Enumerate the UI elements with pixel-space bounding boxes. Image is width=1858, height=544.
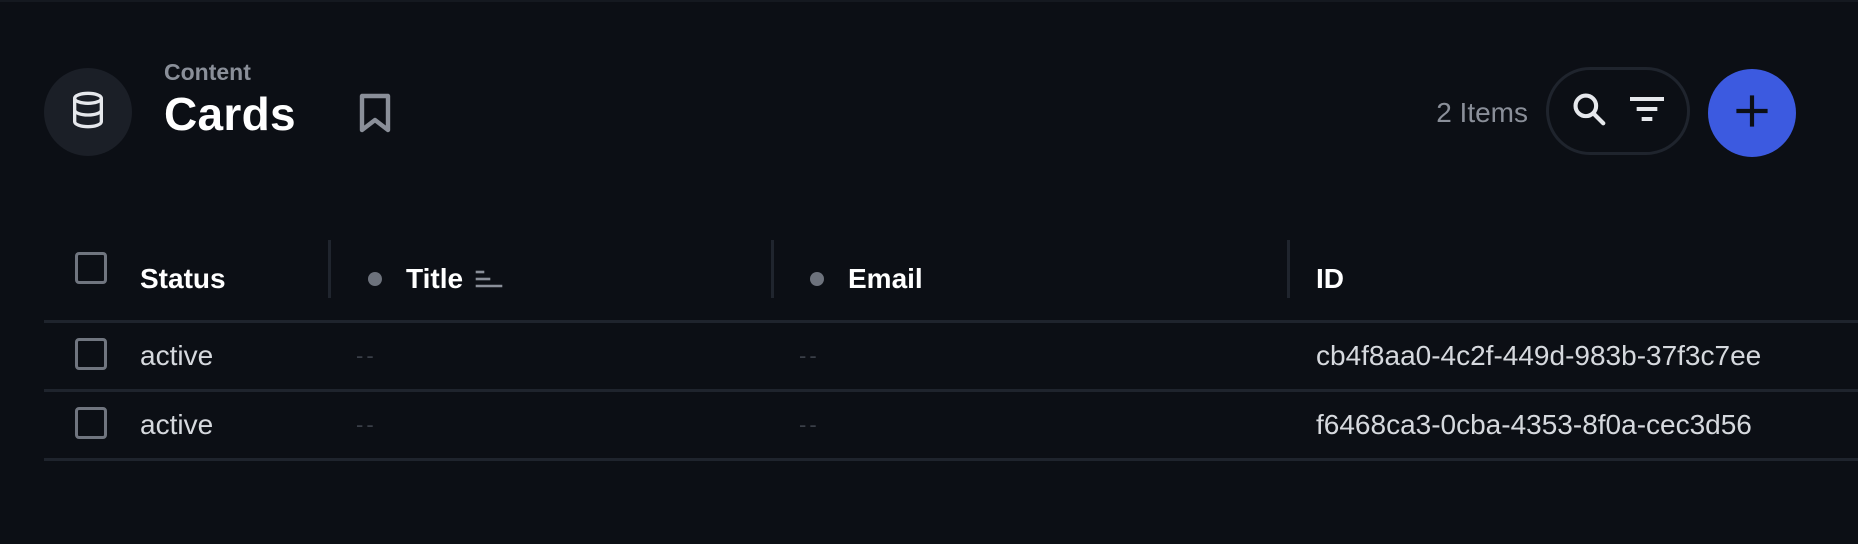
page-title: Cards: [164, 88, 296, 140]
column-header-email[interactable]: Email: [810, 238, 923, 320]
cell-status: active: [140, 340, 214, 371]
column-header-title[interactable]: Title: [368, 238, 503, 320]
cell-email: --: [799, 412, 820, 437]
database-icon: [68, 90, 108, 135]
plus-icon: [1734, 93, 1770, 134]
bookmark-icon: [358, 93, 392, 138]
cell-title: --: [356, 412, 377, 437]
column-label: Email: [848, 263, 923, 294]
search-icon: [1570, 90, 1608, 133]
column-resize-handle[interactable]: [1287, 240, 1290, 298]
cell-status: active: [140, 409, 214, 440]
filter-icon: [1627, 89, 1667, 134]
cell-id: f6468ca3-0cba-4353-8f0a-cec3d56: [1316, 409, 1752, 440]
bookmark-button[interactable]: [355, 93, 395, 138]
collection-icon-badge: [44, 68, 132, 156]
search-button[interactable]: [1568, 90, 1610, 132]
column-label: ID: [1316, 263, 1344, 294]
column-resize-handle[interactable]: [328, 240, 331, 298]
field-status-dot: [810, 272, 824, 286]
table-header: Status Title Email ID: [44, 238, 1858, 323]
search-filter-group: [1546, 67, 1690, 155]
column-header-id[interactable]: ID: [1316, 238, 1344, 320]
select-all-checkbox[interactable]: [75, 252, 107, 284]
column-label: Title: [406, 263, 464, 294]
filter-button[interactable]: [1626, 90, 1668, 132]
cell-id: cb4f8aa0-4c2f-449d-983b-37f3c7ee: [1316, 340, 1762, 371]
field-status-dot: [368, 272, 382, 286]
content-page: Content Cards 2 Items Status Title Email…: [0, 0, 1858, 544]
add-item-button[interactable]: [1708, 69, 1796, 157]
breadcrumb[interactable]: Content: [164, 58, 251, 86]
table-row[interactable]: active -- -- cb4f8aa0-4c2f-449d-983b-37f…: [44, 323, 1858, 392]
column-resize-handle[interactable]: [771, 240, 774, 298]
items-table: Status Title Email ID active -- -- cb4f8…: [44, 238, 1858, 461]
row-checkbox[interactable]: [75, 407, 107, 439]
items-count: 2 Items: [1436, 97, 1528, 128]
row-checkbox[interactable]: [75, 338, 107, 370]
sort-ascending-icon[interactable]: [475, 268, 503, 290]
cell-title: --: [356, 343, 377, 368]
table-row[interactable]: active -- -- f6468ca3-0cba-4353-8f0a-cec…: [44, 392, 1858, 461]
column-label: Status: [140, 263, 226, 294]
cell-email: --: [799, 343, 820, 368]
column-header-status[interactable]: Status: [140, 238, 226, 320]
